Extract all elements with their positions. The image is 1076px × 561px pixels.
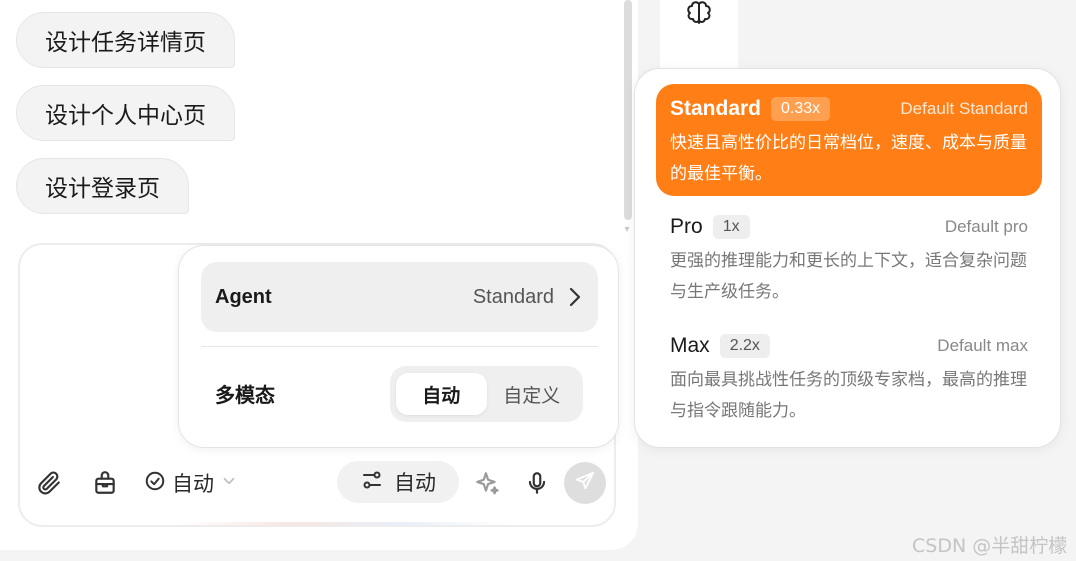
multimodal-toggle: 自动 自定义 bbox=[390, 366, 583, 422]
toolbox-icon[interactable] bbox=[88, 466, 122, 500]
chat-scrollbar[interactable] bbox=[624, 0, 632, 220]
brain-icon[interactable] bbox=[684, 0, 714, 26]
auto-settings-button[interactable]: 自动 bbox=[337, 461, 459, 503]
model-option-max[interactable]: Max 2.2x Default max 面向最具挑战性任务的顶级专家档，最高的… bbox=[656, 321, 1042, 427]
send-icon bbox=[574, 470, 596, 497]
model-description: 面向最具挑战性任务的顶级专家档，最高的推理与指令跟随能力。 bbox=[670, 370, 1027, 421]
model-name: Max bbox=[670, 334, 710, 357]
auto-settings-label: 自动 bbox=[394, 471, 436, 495]
composer-glow bbox=[180, 522, 510, 526]
model-tier-menu: Standard 0.33x Default Standard 快速且高性价比的… bbox=[634, 68, 1061, 448]
auto-mode-label: 自动 bbox=[172, 472, 214, 496]
model-description: 更强的推理能力和更长的上下文，适合复杂问题与生产级任务。 bbox=[670, 251, 1027, 302]
multimodal-label: 多模态 bbox=[215, 383, 275, 407]
model-option-standard[interactable]: Standard 0.33x Default Standard 快速且高性价比的… bbox=[656, 84, 1042, 196]
agent-label: Agent bbox=[215, 285, 272, 308]
divider bbox=[201, 346, 598, 347]
cost-multiplier-badge: 0.33x bbox=[771, 97, 831, 121]
model-option-pro[interactable]: Pro 1x Default pro 更强的推理能力和更长的上下文，适合复杂问题… bbox=[656, 202, 1042, 308]
agent-settings-popup: Agent Standard 多模态 自动 自定义 bbox=[178, 245, 619, 448]
suggestion-chip[interactable]: 设计个人中心页 bbox=[16, 85, 235, 141]
chevron-down-icon bbox=[220, 471, 238, 495]
suggestion-chip[interactable]: 设计登录页 bbox=[16, 158, 189, 214]
model-name: Standard bbox=[670, 97, 762, 120]
model-description: 快速且高性价比的日常档位，速度、成本与质量的最佳平衡。 bbox=[670, 133, 1027, 184]
auto-mode-select[interactable]: 自动 bbox=[144, 466, 238, 500]
check-circle-icon bbox=[144, 470, 166, 497]
paperclip-icon[interactable] bbox=[32, 466, 66, 500]
send-button[interactable] bbox=[564, 462, 606, 504]
default-label: Default max bbox=[937, 336, 1028, 355]
scroll-down-icon[interactable]: ▾ bbox=[622, 225, 632, 235]
chevron-right-icon bbox=[566, 285, 584, 309]
composer-toolbar: 自动 自动 bbox=[30, 461, 610, 505]
cost-multiplier-badge: 2.2x bbox=[719, 334, 770, 358]
default-label: Default Standard bbox=[900, 99, 1028, 118]
agent-selector[interactable]: Agent Standard bbox=[201, 262, 598, 332]
agent-value: Standard bbox=[472, 285, 554, 308]
mode-auto-option[interactable]: 自动 bbox=[396, 373, 487, 415]
sliders-icon bbox=[360, 468, 384, 497]
mode-custom-option[interactable]: 自定义 bbox=[487, 373, 578, 415]
model-name: Pro bbox=[670, 215, 703, 238]
sparkle-icon[interactable] bbox=[470, 466, 504, 500]
microphone-icon[interactable] bbox=[520, 466, 554, 500]
suggestion-chip[interactable]: 设计任务详情页 bbox=[16, 12, 235, 68]
watermark: CSDN @半甜柠檬 bbox=[912, 535, 1068, 557]
cost-multiplier-badge: 1x bbox=[712, 215, 750, 239]
default-label: Default pro bbox=[944, 217, 1028, 236]
